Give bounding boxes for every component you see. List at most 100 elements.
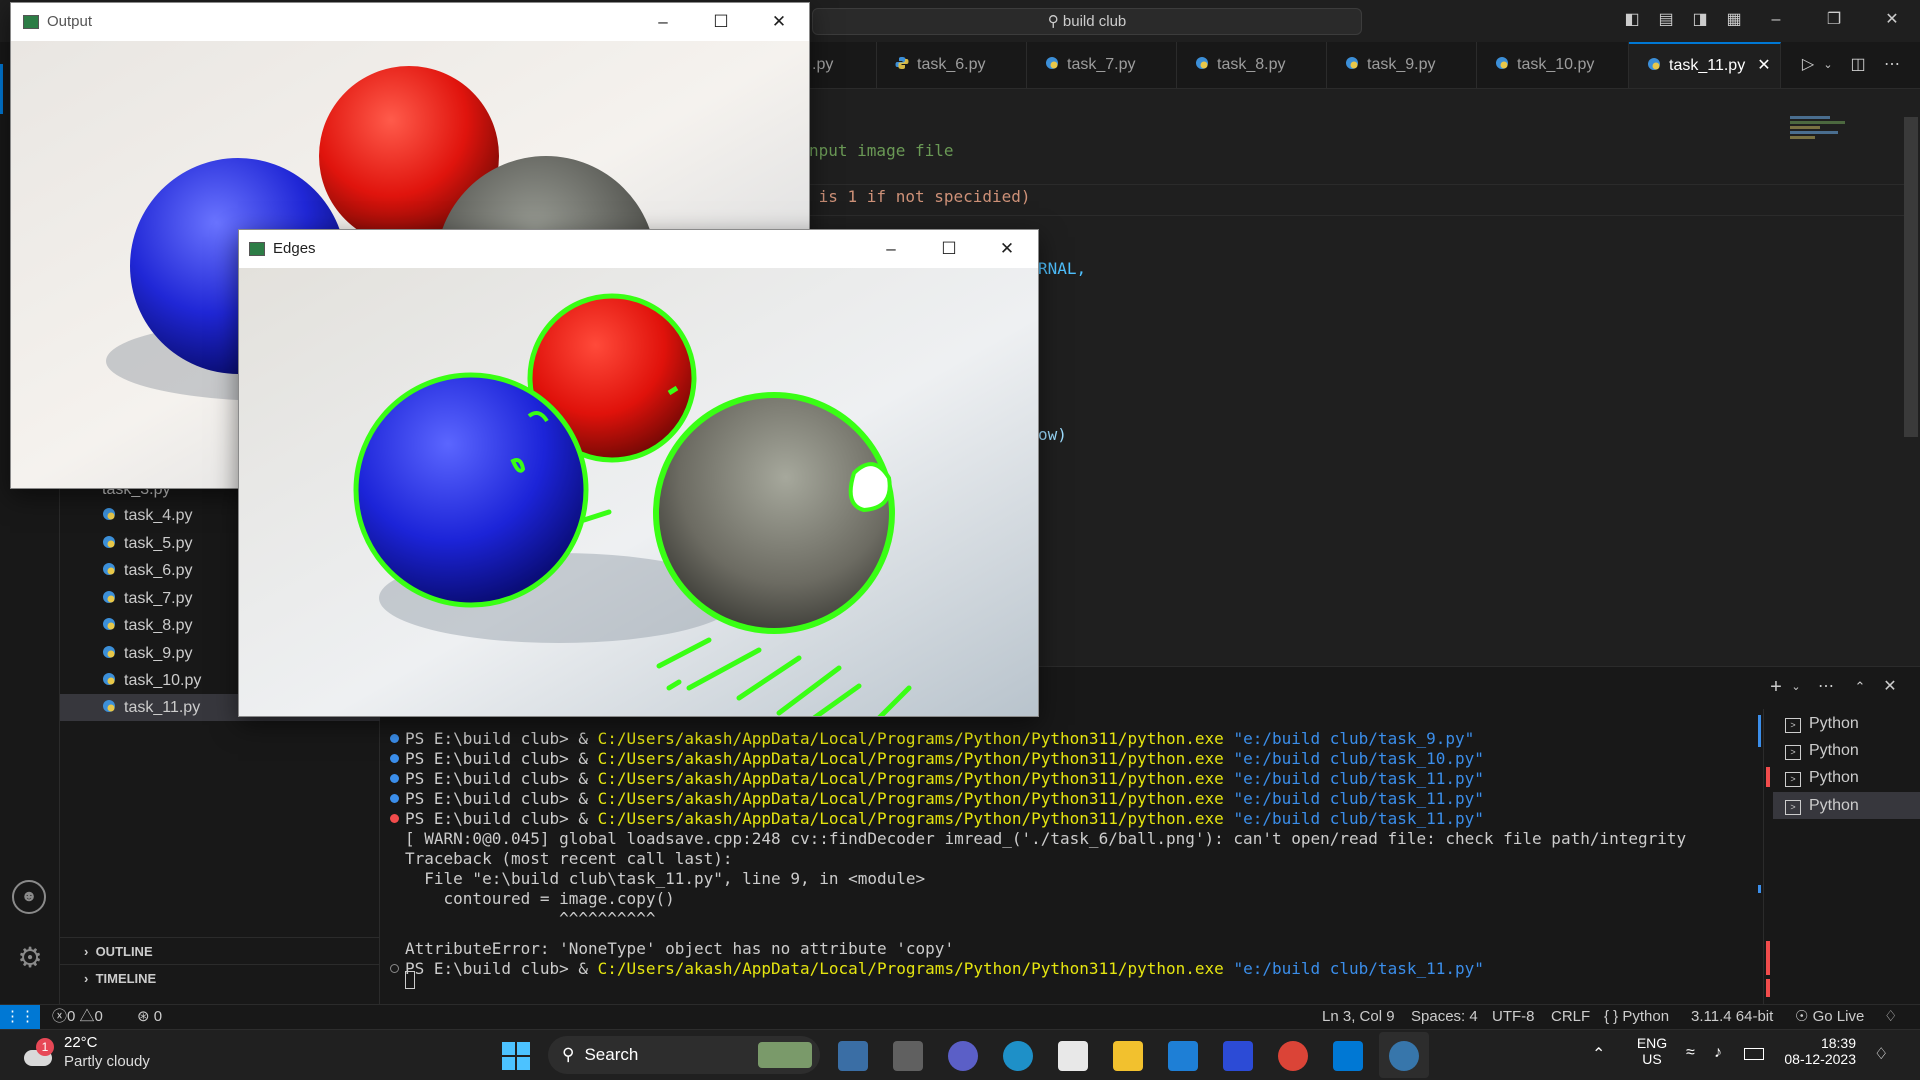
scrollbar-error-marker — [1766, 941, 1770, 975]
close-icon[interactable]: ✕ — [751, 3, 807, 41]
tab-task-6[interactable]: task_6.py — [877, 42, 1027, 88]
weather-badge: 1 — [36, 1038, 54, 1056]
python-file-icon — [103, 536, 115, 548]
more-actions-icon[interactable]: ⋯ — [1882, 55, 1902, 75]
code-constant-line: RNAL, — [1038, 259, 1087, 278]
tab-label: task_11.py — [1669, 57, 1746, 74]
current-line-highlight — [809, 184, 1909, 185]
split-editor-icon[interactable]: ◫ — [1848, 55, 1868, 75]
close-panel-icon[interactable]: ✕ — [1880, 677, 1900, 697]
toggle-secondary-sidebar-icon[interactable]: ◨ — [1690, 10, 1710, 30]
run-dropdown-chevron-icon[interactable]: ⌄ — [1818, 55, 1838, 75]
minimize-icon[interactable]: – — [863, 230, 919, 268]
microsoft-store-icon[interactable] — [1058, 1041, 1088, 1071]
notifications-bell-icon[interactable]: ♢ — [1884, 1005, 1897, 1029]
wifi-icon[interactable]: ≈ — [1686, 1044, 1695, 1062]
blue-ball-contour — [353, 372, 589, 608]
tab-label: task_8.py — [1217, 56, 1286, 73]
close-icon[interactable]: ✕ — [979, 230, 1035, 268]
python-interpreter[interactable]: 3.11.4 64-bit — [1691, 1005, 1773, 1029]
encoding[interactable]: UTF-8 — [1492, 1005, 1535, 1029]
mail-icon[interactable] — [1168, 1041, 1198, 1071]
code-comment-line: nput image file — [809, 141, 954, 160]
close-icon[interactable]: ✕ — [1882, 10, 1902, 30]
teams-chat-icon[interactable] — [948, 1041, 978, 1071]
more-actions-icon[interactable]: ⋯ — [1816, 677, 1836, 697]
terminal-session-python[interactable]: > Python — [1773, 737, 1920, 764]
tab-task-8[interactable]: task_8.py — [1177, 42, 1327, 88]
edges-window[interactable]: Edges – ☐ ✕ — [238, 229, 1039, 717]
tab-task-9[interactable]: task_9.py — [1327, 42, 1477, 88]
taskbar-search[interactable]: ⚲ Search — [548, 1036, 820, 1074]
minimize-icon[interactable]: – — [635, 3, 691, 41]
editor-scrollbar[interactable] — [1904, 117, 1918, 437]
show-hidden-icons-chevron-icon[interactable]: ⌃ — [1592, 1044, 1605, 1064]
command-center-search[interactable]: ⚲ build club — [812, 8, 1362, 35]
terminal-dropdown-chevron-icon[interactable]: ⌄ — [1786, 677, 1806, 697]
python-file-icon — [103, 591, 115, 603]
tab-task-7[interactable]: task_7.py — [1027, 42, 1177, 88]
toggle-primary-sidebar-icon[interactable]: ◧ — [1622, 10, 1642, 30]
chevron-right-icon: › — [84, 944, 96, 959]
tab-task-10[interactable]: task_10.py — [1477, 42, 1629, 88]
app-icon-launcher[interactable] — [1223, 1041, 1253, 1071]
maximize-panel-chevron-up-icon[interactable]: ⌃ — [1850, 677, 1870, 697]
output-window-titlebar[interactable]: Output – ☐ ✕ — [11, 3, 809, 41]
terminal-session-python-active[interactable]: > Python — [1773, 792, 1920, 819]
code-string-line: is 1 if not specidied) — [809, 187, 1031, 206]
accounts-icon[interactable]: ☻ — [12, 880, 46, 914]
notification-bell-icon[interactable]: ♢ — [1874, 1044, 1888, 1064]
chrome-icon[interactable] — [1278, 1041, 1308, 1071]
tab-task-11[interactable]: task_11.py ✕ — [1629, 42, 1781, 88]
file-label: task_10.py — [124, 672, 202, 689]
run-python-file-icon[interactable]: ▷ — [1798, 55, 1818, 75]
cursor-position[interactable]: Ln 3, Col 9 — [1322, 1005, 1395, 1029]
python-app-icon[interactable] — [1389, 1041, 1419, 1071]
weather-condition[interactable]: Partly cloudy — [64, 1053, 150, 1070]
input-language[interactable]: ENG US — [1635, 1035, 1669, 1067]
edges-window-titlebar[interactable]: Edges – ☐ ✕ — [239, 230, 1038, 268]
minimize-icon[interactable]: – — [1766, 10, 1786, 30]
maximize-icon[interactable]: ☐ — [921, 230, 977, 268]
language-mode[interactable]: { } Python — [1604, 1005, 1669, 1029]
manage-gear-icon[interactable]: ⚙ — [14, 942, 46, 974]
start-windows-icon[interactable] — [502, 1042, 530, 1070]
maximize-icon[interactable]: ☐ — [693, 3, 749, 41]
close-tab-icon[interactable]: ✕ — [1757, 57, 1770, 74]
go-live-button[interactable]: ☉ Go Live — [1795, 1005, 1864, 1029]
clock[interactable]: 18:39 08-12-2023 — [1774, 1035, 1856, 1067]
edge-browser-icon[interactable] — [1003, 1041, 1033, 1071]
broadcast-icon: ☉ — [1795, 1008, 1809, 1025]
terminal-session-python[interactable]: > Python — [1773, 710, 1920, 737]
problems-indicator[interactable]: ⓧ0 △0 — [52, 1005, 103, 1029]
file-explorer-icon[interactable] — [1113, 1041, 1143, 1071]
toggle-panel-icon[interactable]: ▤ — [1656, 10, 1676, 30]
restore-icon[interactable]: ❐ — [1824, 10, 1844, 30]
terminal-line: PS E:\build club> & C:/Users/akash/AppDa… — [390, 729, 1474, 749]
new-terminal-plus-icon[interactable]: + — [1766, 677, 1786, 697]
file-label: task_4.py — [124, 507, 193, 524]
terminal-traceback-line: Traceback (most recent call last): — [405, 849, 733, 868]
task-view-icon[interactable] — [893, 1041, 923, 1071]
app-icon-creative[interactable] — [838, 1041, 868, 1071]
line-endings[interactable]: CRLF — [1551, 1005, 1590, 1029]
outline-section-header[interactable]: › OUTLINE — [60, 937, 380, 964]
battery-icon[interactable] — [1744, 1048, 1764, 1060]
customize-layout-icon[interactable]: ▦ — [1724, 10, 1744, 30]
terminal-session-python[interactable]: > Python — [1773, 764, 1920, 791]
minimap[interactable] — [1790, 114, 1855, 149]
ports-indicator[interactable]: ⊛ 0 — [137, 1005, 162, 1029]
terminal-warning-line: [ WARN:0@0.045] global loadsave.cpp:248 … — [405, 829, 1687, 848]
remote-window-icon[interactable]: ⋮⋮ — [0, 1005, 40, 1029]
indentation[interactable]: Spaces: 4 — [1411, 1005, 1478, 1029]
vscode-icon[interactable] — [1333, 1041, 1363, 1071]
terminal-cursor[interactable] — [405, 971, 415, 989]
terminal-icon: > — [1785, 800, 1801, 815]
timeline-section-header[interactable]: › TIMELINE — [60, 964, 380, 991]
temperature[interactable]: 22°C — [64, 1034, 98, 1051]
volume-icon[interactable]: ♪ — [1714, 1044, 1722, 1062]
command-success-dot-icon — [390, 734, 399, 743]
code-call-line: ow) — [1038, 425, 1067, 444]
weather-widget[interactable]: 1 — [22, 1038, 56, 1072]
terminal-line: PS E:\build club> & C:/Users/akash/AppDa… — [390, 769, 1484, 789]
